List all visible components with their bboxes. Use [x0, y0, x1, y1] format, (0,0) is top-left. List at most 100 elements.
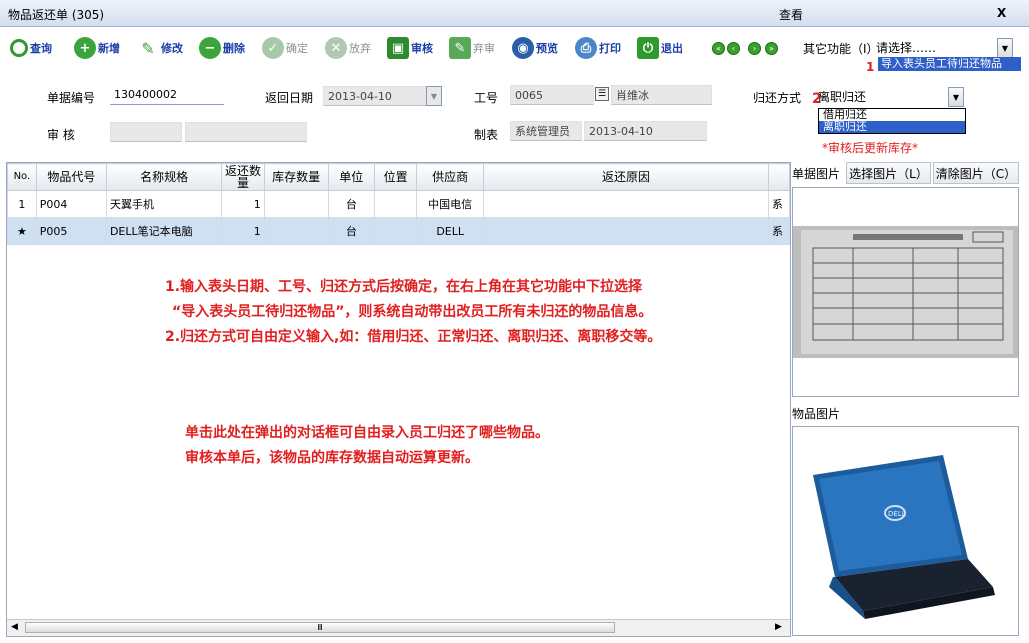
discard-button[interactable]: ✕ 放弃 — [325, 35, 371, 61]
scroll-thumb[interactable]: Ⅲ — [25, 622, 615, 633]
item-image-box[interactable]: DELL — [792, 426, 1019, 636]
emp-no-label: 工号 — [474, 91, 499, 105]
emp-name-field: 肖维冰 — [611, 85, 712, 105]
cell-reason — [482, 190, 770, 218]
laptop-brand: DELL — [888, 510, 906, 518]
minus-icon: − — [199, 37, 221, 59]
search-icon — [10, 39, 28, 57]
cell-stock — [263, 190, 329, 218]
new-button[interactable]: + 新增 — [74, 35, 120, 61]
cell-no: ★ — [7, 217, 37, 245]
cell-supplier: DELL — [416, 217, 484, 245]
cell-qty: 1 — [221, 217, 265, 245]
exit-button[interactable]: ⏻ 退出 — [637, 35, 683, 61]
cell-unit: 台 — [327, 190, 376, 218]
prev-record-icon[interactable]: ‹ — [727, 42, 740, 55]
col-header[interactable]: 返还数量 — [221, 163, 265, 191]
col-header[interactable]: No. — [7, 163, 37, 191]
auditor-field — [110, 122, 182, 142]
delete-button[interactable]: − 删除 — [199, 35, 245, 61]
doc-scan-image — [793, 226, 1018, 358]
note-line-3: 2.归还方式可自由定义输入,如：借用归还、正常归还、离职归还、离职移交等。 — [165, 329, 662, 345]
unaudit-icon: ✎ — [449, 37, 471, 59]
col-header[interactable]: 库存数量 — [263, 163, 329, 191]
toolbar: 查询 + 新增 ✎ 修改 − 删除 ✓ 确定 ✕ 放弃 ▣ 审核 ✎ 弃审 ◉ … — [0, 27, 1029, 74]
col-header[interactable]: 返还原因 — [482, 163, 770, 191]
cell-qty: 1 — [221, 190, 265, 218]
last-record-icon[interactable]: » — [765, 42, 778, 55]
cancel-icon: ✕ — [325, 37, 347, 59]
cell-extra: 系 — [768, 217, 790, 245]
cell-loc — [373, 217, 418, 245]
col-header[interactable]: 单位 — [327, 163, 376, 191]
confirm-button[interactable]: ✓ 确定 — [262, 35, 308, 61]
item-image-label: 物品图片 — [792, 407, 841, 421]
method-options-list: 借用归还 离职归还 — [818, 108, 966, 134]
method-select[interactable]: 离职归还 — [818, 86, 948, 106]
scroll-right-icon[interactable]: ▶ — [775, 622, 782, 632]
audit-date-field — [185, 122, 307, 142]
query-button[interactable]: 查询 — [10, 35, 52, 61]
preview-button[interactable]: ◉ 预览 — [512, 35, 558, 61]
horizontal-scrollbar[interactable]: ◀ Ⅲ ▶ — [7, 619, 790, 636]
items-table: No. 物品代号 名称规格 返还数量 库存数量 单位 位置 供应商 返还原因 1… — [6, 162, 791, 637]
edit-button[interactable]: ✎ 修改 — [137, 35, 183, 61]
col-header[interactable]: 位置 — [373, 163, 418, 191]
chevron-down-icon[interactable]: ▼ — [997, 38, 1013, 58]
cell-loc — [373, 190, 418, 218]
maker-label: 制表 — [474, 128, 499, 142]
make-date-field: 2013-04-10 — [584, 121, 707, 141]
marker-1: 1 — [866, 60, 875, 74]
doc-no-field[interactable]: 130400002 — [110, 85, 224, 105]
other-functions-label: 其它功能（I） — [803, 42, 879, 56]
other-functions-select[interactable]: 请选择…… — [876, 37, 996, 57]
col-header-extra — [768, 163, 790, 191]
table-row[interactable]: 1 P004 天翼手机 1 台 中国电信 系 — [7, 190, 790, 218]
lookup-icon[interactable]: ☰ — [595, 87, 609, 101]
note-line-4: 单击此处在弹出的对话框可自由录入员工归还了哪些物品。 — [185, 425, 549, 441]
method-dropdown-icon[interactable]: ▼ — [948, 87, 964, 107]
scroll-left-icon[interactable]: ◀ — [11, 622, 18, 632]
return-date-field[interactable]: 2013-04-10 — [323, 86, 427, 106]
cell-no: 1 — [7, 190, 37, 218]
title-bar: 物品返还单 (305) 查看 X — [0, 0, 1029, 27]
next-record-icon[interactable]: › — [748, 42, 761, 55]
note-line-2: “导入表头员工待归还物品”，则系统自动带出改员工所有未归还的物品信息。 — [172, 304, 653, 320]
clear-image-button[interactable]: 清除图片（C） — [933, 162, 1019, 184]
cell-reason — [482, 217, 770, 245]
close-button[interactable]: X — [997, 6, 1006, 20]
select-image-button[interactable]: 选择图片（L） — [846, 162, 931, 184]
laptop-image: DELL — [813, 455, 995, 619]
window-title: 物品返还单 (305) — [8, 8, 105, 22]
date-dropdown-icon[interactable]: ▼ — [426, 86, 442, 106]
cell-extra: 系 — [768, 190, 790, 218]
method-label: 归还方式 — [753, 91, 802, 105]
cell-supplier: 中国电信 — [416, 190, 484, 218]
doc-no-label: 单据编号 — [47, 91, 96, 105]
table-row-selected[interactable]: ★ P005 DELL笔记本电脑 1 台 DELL 系 — [7, 217, 790, 245]
audit-label: 审 核 — [47, 128, 75, 142]
note-line-1: 1.输入表头日期、工号、归还方式后按确定，在右上角在其它功能中下拉选择 — [165, 279, 643, 295]
emp-no-field[interactable]: 0065 — [510, 85, 594, 105]
unaudit-button[interactable]: ✎ 弃审 — [449, 35, 495, 61]
col-header[interactable]: 物品代号 — [35, 163, 107, 191]
doc-image-box[interactable] — [792, 187, 1019, 397]
cell-code: P005 — [35, 217, 107, 245]
print-icon: ⎙ — [575, 37, 597, 59]
window-mode: 查看 — [779, 8, 804, 22]
plus-icon: + — [74, 37, 96, 59]
power-icon: ⏻ — [637, 37, 659, 59]
method-option-selected[interactable]: 离职归还 — [819, 121, 965, 133]
col-header[interactable]: 供应商 — [416, 163, 484, 191]
first-record-icon[interactable]: « — [712, 42, 725, 55]
import-option[interactable]: 导入表头员工待归还物品 — [878, 57, 1021, 71]
cell-name: DELL笔记本电脑 — [105, 217, 223, 245]
print-button[interactable]: ⎙ 打印 — [575, 35, 621, 61]
note-line-5: 审核本单后，该物品的库存数据自动运算更新。 — [185, 450, 479, 466]
cell-unit: 台 — [327, 217, 376, 245]
maker-field: 系统管理员 — [510, 121, 582, 141]
audit-icon: ▣ — [387, 37, 409, 59]
col-header[interactable]: 名称规格 — [105, 163, 223, 191]
audit-button[interactable]: ▣ 审核 — [387, 35, 433, 61]
cell-stock — [263, 217, 329, 245]
